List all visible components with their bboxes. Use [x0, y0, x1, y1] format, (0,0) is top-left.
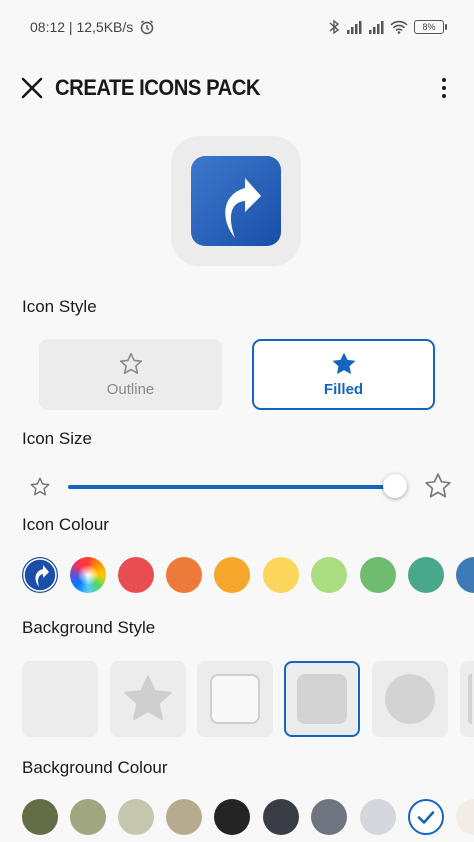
bg-style-circle[interactable] — [372, 661, 448, 737]
battery-icon: 8% — [414, 20, 447, 34]
bg-style-none[interactable] — [22, 661, 98, 737]
icon-colour-swatch[interactable] — [456, 557, 474, 593]
bg-colour-swatch[interactable] — [70, 799, 106, 835]
bg-colour-swatch[interactable] — [118, 799, 154, 835]
bg-style-more[interactable] — [460, 661, 474, 737]
background-colour-label: Background Colour — [22, 758, 168, 777]
bg-colour-swatch[interactable] — [360, 799, 396, 835]
icon-colour-swatch[interactable] — [118, 557, 154, 593]
icon-colour-label: Icon Colour — [22, 515, 109, 534]
bg-colour-swatch[interactable] — [456, 799, 474, 835]
slider-thumb[interactable] — [383, 474, 407, 498]
bg-style-star[interactable] — [110, 661, 186, 737]
partial-shape — [468, 674, 472, 724]
signal-roaming-icon — [369, 21, 384, 34]
icon-colour-swatch[interactable] — [311, 557, 347, 593]
filled-style-button[interactable]: Filled — [252, 339, 435, 410]
icon-colour-swatch[interactable] — [214, 557, 250, 593]
star-filled-icon — [332, 353, 355, 374]
wifi-icon — [390, 20, 408, 34]
bluetooth-icon — [329, 19, 340, 35]
filled-style-label: Filled — [323, 381, 364, 398]
preview-icon-tile — [191, 156, 281, 246]
bg-style-outline-square[interactable] — [197, 661, 273, 737]
page-title: CREATE ICONS PACK — [55, 75, 261, 100]
icon-size-slider[interactable] — [0, 470, 474, 504]
icon-colour-swatch[interactable] — [166, 557, 202, 593]
outline-style-label: Outline — [106, 381, 155, 398]
signal-icon — [347, 21, 362, 34]
outline-style-button[interactable]: Outline — [39, 339, 222, 410]
icon-colour-swatch-selected[interactable] — [22, 557, 58, 593]
icon-size-label: Icon Size — [22, 429, 92, 448]
checkmark-icon — [417, 811, 435, 824]
icon-style-label: Icon Style — [22, 297, 97, 316]
app-bar: CREATE ICONS PACK — [0, 64, 474, 112]
icon-colour-swatch[interactable] — [263, 557, 299, 593]
star-outline-icon — [119, 352, 142, 375]
status-time: 08:12 | 12,5KB/s — [30, 19, 134, 35]
background-style-label: Background Style — [22, 618, 156, 637]
bg-colour-swatch[interactable] — [166, 799, 202, 835]
close-icon — [21, 77, 43, 99]
icon-colour-swatch[interactable] — [70, 557, 106, 593]
bg-style-filled-square[interactable] — [284, 661, 360, 737]
close-button[interactable] — [16, 72, 48, 104]
icon-preview — [171, 136, 301, 266]
filled-square-shape — [297, 674, 347, 724]
slider-track[interactable] — [68, 485, 394, 489]
alarm-icon — [141, 20, 154, 35]
icon-colour-swatch[interactable] — [360, 557, 396, 593]
status-bar: 08:12 | 12,5KB/s 8% — [0, 0, 474, 54]
bg-colour-swatch-selected[interactable] — [408, 799, 444, 835]
shortcut-arrow-icon — [191, 156, 281, 246]
bg-colour-swatch[interactable] — [22, 799, 58, 835]
bg-colour-swatch[interactable] — [311, 799, 347, 835]
large-star-icon — [425, 473, 451, 498]
battery-level: 8% — [422, 22, 436, 32]
bg-colour-swatch[interactable] — [263, 799, 299, 835]
icon-colour-swatch[interactable] — [408, 557, 444, 593]
star-shape-icon — [124, 675, 172, 720]
bg-colour-swatch[interactable] — [214, 799, 250, 835]
shortcut-arrow-icon — [23, 558, 57, 592]
more-options-button[interactable] — [432, 72, 456, 104]
small-star-icon — [30, 477, 50, 496]
circle-shape — [385, 674, 435, 724]
outline-square-shape — [210, 674, 260, 724]
